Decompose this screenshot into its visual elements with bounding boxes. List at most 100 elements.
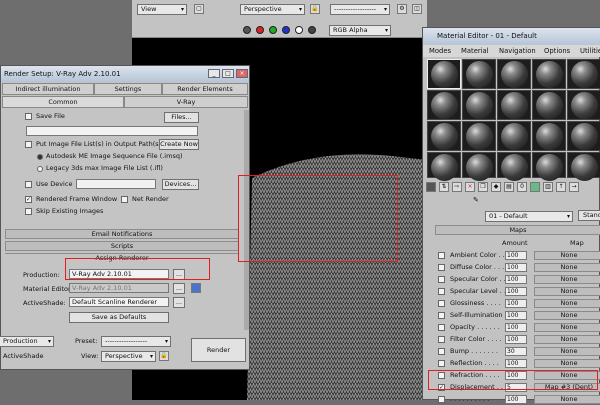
activeshade-browse-button[interactable]: ... [173,297,185,308]
menu-modes[interactable]: Modes [429,45,451,57]
show-map-icon[interactable] [530,182,540,192]
reset-icon[interactable]: × [465,182,475,192]
menu-options[interactable]: Options [544,45,570,57]
tab-settings[interactable]: Settings [94,83,162,95]
map-checkbox[interactable] [438,360,445,367]
go-sibling-icon[interactable]: → [569,182,579,192]
red-channel-icon[interactable] [256,26,264,34]
activeshade-option[interactable]: ActiveShade [3,352,43,361]
skip-existing-checkbox[interactable] [25,208,32,215]
autodesk-radio[interactable] [37,154,43,160]
unique-icon[interactable]: ◆ [491,182,501,192]
map-amount[interactable]: 100 [505,323,527,332]
map-checkbox[interactable] [438,252,445,259]
lock-icon[interactable] [191,283,201,293]
sample-slot[interactable] [532,152,566,181]
material-name-dropdown[interactable]: 01 - Default [485,211,573,222]
legacy-radio[interactable] [37,166,43,172]
map-checkbox[interactable] [438,348,445,355]
view-dropdown[interactable]: Perspective [101,351,156,362]
map-amount[interactable]: 100 [505,251,527,260]
get-material-icon[interactable] [426,182,436,192]
map-button[interactable]: None [534,263,600,272]
sample-slot[interactable] [462,121,496,151]
render-button[interactable]: Render [191,338,246,362]
lock-icon[interactable]: 🔒 [310,4,320,14]
sample-slot[interactable] [532,90,566,120]
sample-slot[interactable] [532,121,566,151]
alpha-channel-icon[interactable] [295,26,303,34]
mono-channel-icon[interactable] [308,26,316,34]
material-editor-titlebar[interactable]: Material Editor - 01 - Default [423,28,600,45]
map-checkbox[interactable] [438,288,445,295]
viewport-dropdown[interactable]: Perspective [240,4,305,15]
sample-slot[interactable] [462,90,496,120]
channel-dropdown[interactable]: RGB Alpha [329,25,391,36]
map-amount[interactable]: 100 [505,311,527,320]
blue-channel-icon[interactable] [282,26,290,34]
material-id-icon[interactable]: 0 [517,182,527,192]
maps-rollout[interactable]: Maps [435,225,600,235]
sample-slot[interactable] [427,90,461,120]
settings-icon[interactable]: ⚙ [397,4,407,14]
map-button[interactable]: None [534,335,600,344]
map-button[interactable]: None [534,251,600,260]
copy-material-icon[interactable]: ❐ [478,182,488,192]
view-dropdown[interactable]: View [137,4,187,15]
green-channel-icon[interactable] [269,26,277,34]
map-checkbox[interactable] [438,324,445,331]
close-icon[interactable]: × [236,69,248,78]
preset-dropdown[interactable]: ------------------ [330,4,390,15]
tab-vray[interactable]: V-Ray [124,96,248,108]
map-button[interactable]: None [534,275,600,284]
minimize-icon[interactable]: _ [208,69,220,78]
scripts-rollout[interactable]: Scripts [5,241,239,251]
rendered-frame-window-checkbox[interactable]: ✓ [25,196,32,203]
map-amount[interactable]: 100 [505,287,527,296]
library-icon[interactable]: ▤ [504,182,514,192]
map-amount[interactable]: 100 [505,359,527,368]
sample-slot[interactable] [462,152,496,181]
devices-button[interactable]: Devices... [162,179,199,190]
put-to-scene-icon[interactable]: ⇅ [439,182,449,192]
map-checkbox[interactable] [438,312,445,319]
map-button[interactable]: None [534,347,600,356]
lock-icon[interactable]: ▢ [194,4,204,14]
menu-utilities[interactable]: Utilities [580,45,600,57]
map-checkbox[interactable] [438,264,445,271]
map-amount[interactable]: 100 [505,263,527,272]
sample-slot[interactable] [462,59,496,89]
map-amount[interactable]: 100 [505,275,527,284]
sample-slot[interactable] [567,152,600,181]
map-checkbox[interactable] [438,336,445,343]
create-now-button[interactable]: Create Now [159,139,199,150]
map-amount[interactable]: 100 [505,335,527,344]
maximize-icon[interactable]: □ [222,69,234,78]
files-button[interactable]: Files... [164,112,199,123]
save-defaults-button[interactable]: Save as Defaults [69,312,169,323]
tab-indirect-illumination[interactable]: Indirect illumination [2,83,94,95]
map-checkbox[interactable] [438,276,445,283]
save-file-checkbox[interactable] [25,113,32,120]
toggle-icon[interactable]: ◫ [412,4,422,14]
menu-material[interactable]: Material [461,45,489,57]
eyedropper-icon[interactable]: ✎ [473,196,479,204]
save-file-path[interactable] [26,126,198,136]
render-setup-titlebar[interactable]: Render Setup: V-Ray Adv 2.10.01 _ □ × [1,66,249,82]
material-type-button[interactable]: Standard [578,210,600,221]
map-button[interactable]: None [534,311,600,320]
sample-slot[interactable] [567,121,600,151]
sample-slot[interactable] [567,59,600,89]
show-end-result-icon[interactable]: ▥ [543,182,553,192]
tab-common[interactable]: Common [2,96,124,108]
sample-slot[interactable] [427,59,461,89]
sample-slot[interactable] [427,152,461,181]
material-editor-browse-button[interactable]: ... [173,283,185,294]
tab-render-elements[interactable]: Render Elements [162,83,248,95]
map-button[interactable]: None [534,359,600,368]
assign-material-icon[interactable]: ⇨ [452,182,462,192]
lock-icon[interactable]: 🔒 [159,351,169,361]
sample-slot[interactable] [497,59,531,89]
net-render-checkbox[interactable] [121,196,128,203]
map-button[interactable]: None [534,299,600,308]
